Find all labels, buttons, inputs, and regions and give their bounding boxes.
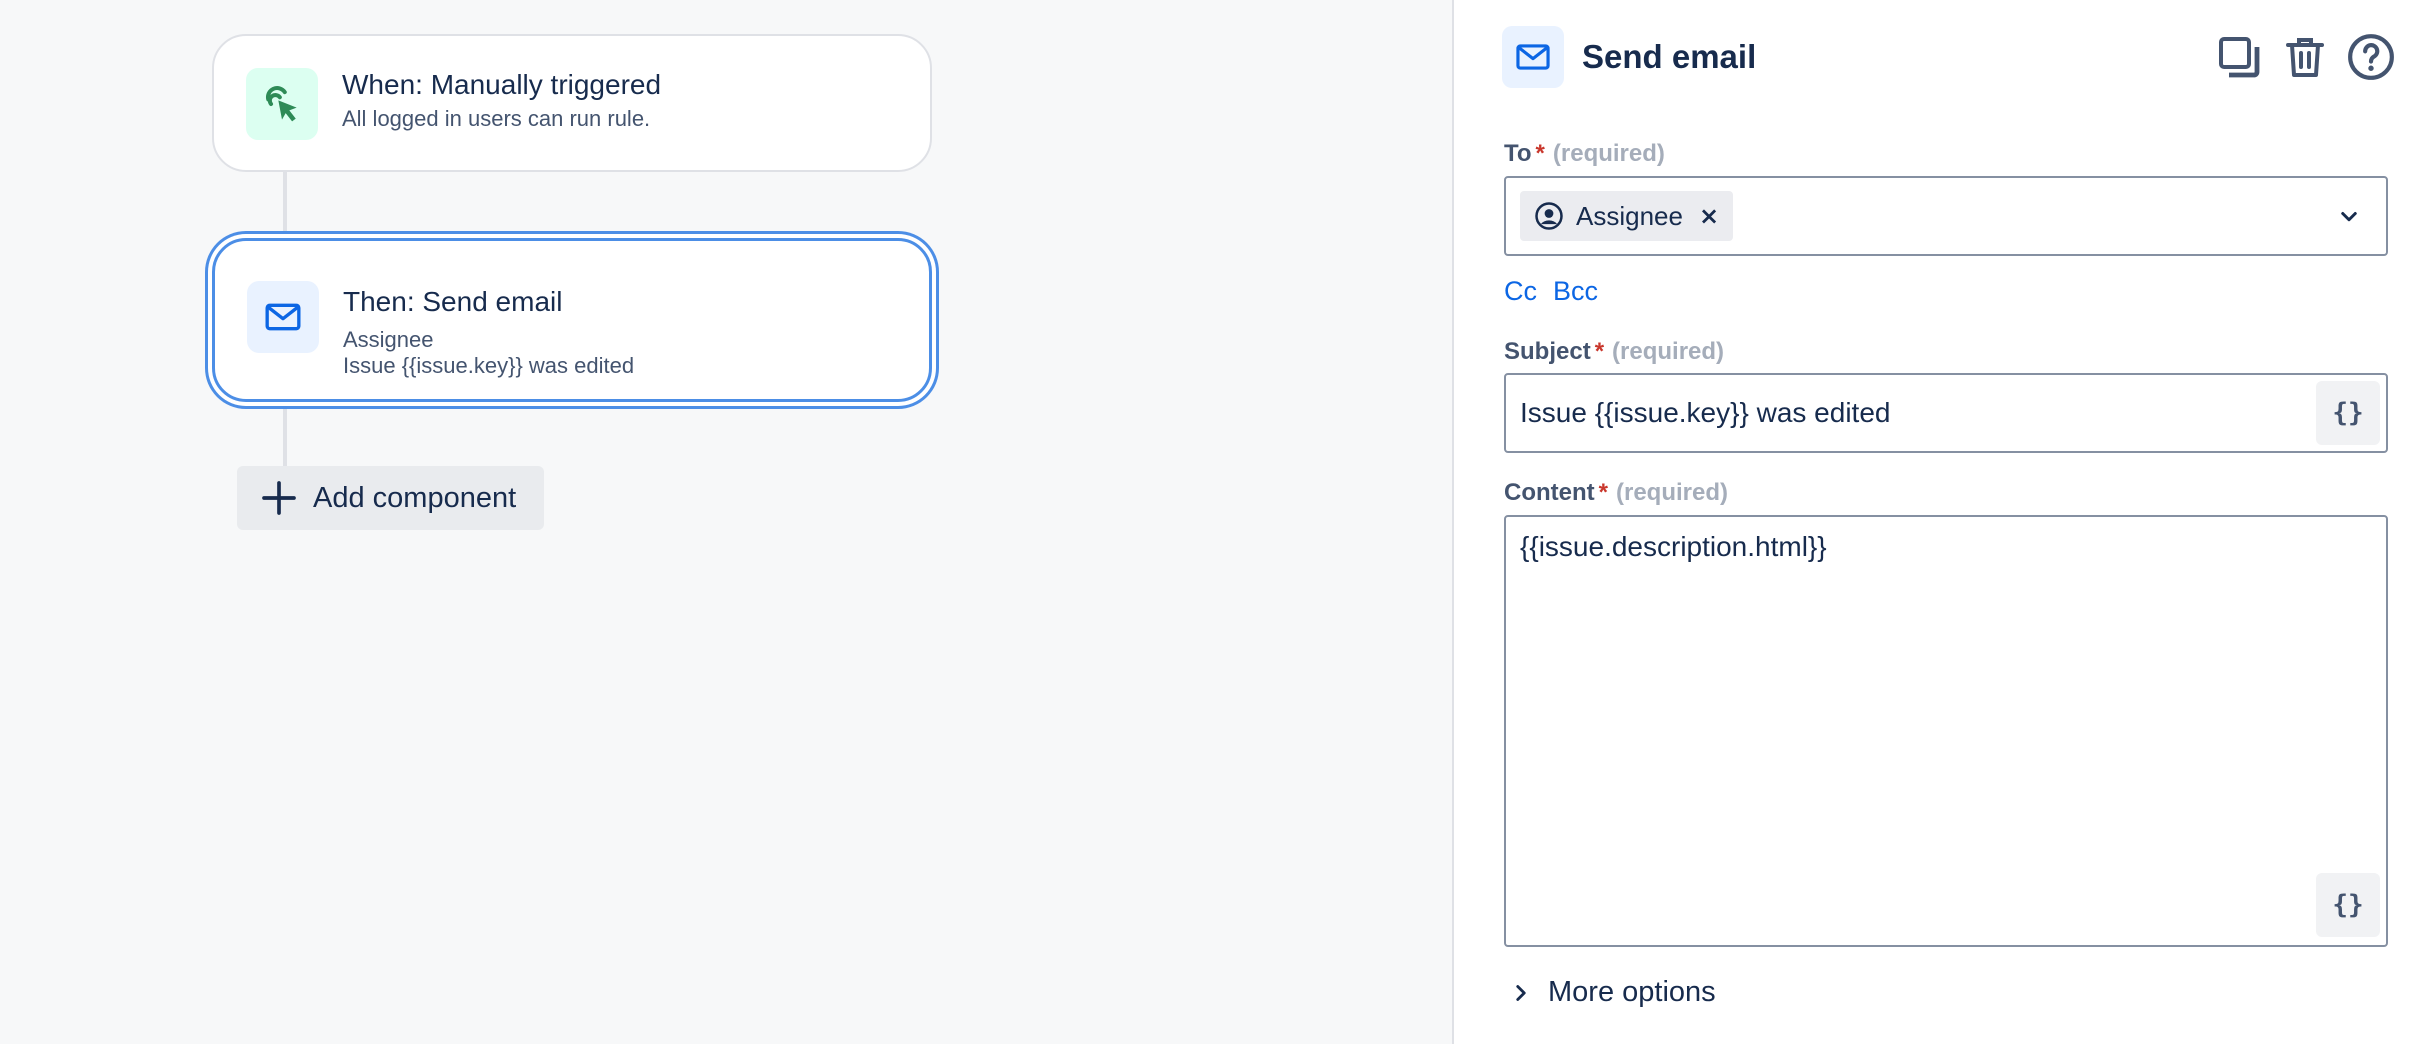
plus-icon [262, 481, 296, 515]
action-title: Then: Send email [343, 286, 563, 317]
cc-link[interactable]: Cc [1504, 276, 1537, 307]
cc-bcc-links: Cc Bcc [1504, 276, 1598, 307]
subject-smart-value-button[interactable]: {} [2316, 381, 2380, 445]
help-icon [2348, 34, 2394, 80]
recipient-chip: Assignee × [1520, 191, 1734, 241]
content-textarea[interactable]: {{issue.description.html}} {} [1504, 515, 2388, 947]
action-recipient: Assignee [343, 327, 434, 352]
required-text: (required) [1552, 140, 1665, 167]
more-options-toggle[interactable]: More options [1508, 976, 1716, 1009]
connector-line [283, 402, 287, 468]
help-button[interactable] [2346, 32, 2396, 82]
remove-recipient-button[interactable]: × [1699, 202, 1719, 230]
trigger-title: When: Manually triggered [342, 69, 662, 100]
cursor-click-icon [246, 68, 318, 140]
more-options-label: More options [1548, 976, 1716, 1008]
action-node-send-email[interactable]: Then: Send email Assignee Issue {{issue.… [212, 238, 932, 402]
delete-button[interactable] [2280, 32, 2330, 82]
subject-input[interactable]: Issue {{issue.key}} was edited {} [1504, 373, 2388, 453]
mail-icon [247, 281, 319, 353]
required-text: (required) [1616, 479, 1729, 506]
required-text: (required) [1612, 338, 1725, 365]
duplicate-button[interactable] [2214, 32, 2264, 82]
trigger-node[interactable]: When: Manually triggered All logged in u… [212, 34, 932, 172]
trash-icon [2286, 38, 2324, 77]
panel-header: Send email [1502, 26, 2396, 88]
user-avatar-icon [1535, 202, 1563, 230]
connector-line [283, 172, 287, 238]
trigger-subtitle: All logged in users can run rule. [342, 106, 651, 131]
to-label: To * (required) [1504, 140, 1665, 168]
action-subject: Issue {{issue.key}} was edited [343, 353, 635, 378]
recipient-chip-label: Assignee [1576, 200, 1683, 231]
add-component-button[interactable]: Add component [237, 466, 544, 530]
chevron-down-icon[interactable] [2334, 201, 2364, 231]
duplicate-icon [2219, 37, 2260, 78]
component-config-panel: Send email To * (required) Assignee × Cc… [1452, 0, 2422, 1044]
content-smart-value-button[interactable]: {} [2316, 873, 2380, 937]
subject-value: Issue {{issue.key}} was edited [1520, 397, 1891, 428]
add-component-label: Add component [313, 481, 517, 514]
rule-canvas: When: Manually triggered All logged in u… [0, 0, 1452, 1044]
required-star: * [1535, 140, 1545, 167]
mail-icon [1502, 26, 1564, 88]
bcc-link[interactable]: Bcc [1553, 276, 1598, 307]
content-label-text: Content [1504, 479, 1595, 506]
panel-title: Send email [1582, 38, 1757, 75]
content-value: {{issue.description.html}} [1520, 531, 1827, 562]
subject-label: Subject * (required) [1504, 338, 1724, 366]
to-label-text: To [1504, 140, 1532, 167]
to-select[interactable]: Assignee × [1504, 176, 2388, 256]
required-star: * [1598, 479, 1608, 506]
subject-label-text: Subject [1504, 338, 1591, 365]
content-label: Content * (required) [1504, 479, 1728, 507]
chevron-right-icon [1516, 984, 1526, 1001]
required-star: * [1594, 338, 1605, 365]
